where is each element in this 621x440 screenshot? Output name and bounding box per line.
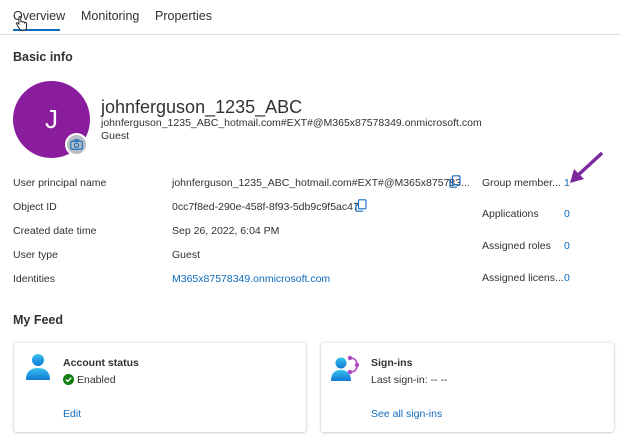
object-id-value: 0cc7f8ed-290e-458f-8f93-5db9c9f5ac47 bbox=[172, 201, 359, 213]
assigned-licenses-count[interactable]: 0 bbox=[564, 272, 570, 284]
avatar-initial: J bbox=[45, 104, 58, 134]
tabs-divider bbox=[0, 34, 621, 35]
assigned-roles-count[interactable]: 0 bbox=[564, 240, 570, 252]
copy-object-id-icon[interactable] bbox=[355, 199, 367, 212]
annotation-arrow-icon bbox=[570, 152, 603, 183]
see-all-sign-ins-link[interactable]: See all sign-ins bbox=[371, 408, 442, 420]
basic-info-heading: Basic info bbox=[13, 50, 73, 64]
sign-ins-title: Sign-ins bbox=[371, 357, 413, 369]
hand-cursor-icon bbox=[15, 16, 27, 31]
change-photo-button[interactable] bbox=[65, 133, 88, 156]
tab-properties[interactable]: Properties bbox=[155, 9, 212, 23]
created-date-value: Sep 26, 2022, 6:04 PM bbox=[172, 225, 280, 237]
upn-label: User principal name bbox=[13, 177, 107, 189]
last-sign-in-text: Last sign-in: -- -- bbox=[371, 374, 448, 386]
assigned-licenses-label: Assigned licens... bbox=[482, 272, 564, 284]
assigned-roles-label: Assigned roles bbox=[482, 240, 551, 252]
user-type-value: Guest bbox=[172, 249, 201, 261]
account-status-value: Enabled bbox=[77, 374, 116, 386]
applications-label: Applications bbox=[482, 208, 539, 220]
user-type-label: User type bbox=[13, 249, 58, 261]
group-memberships-label: Group member... bbox=[482, 177, 561, 189]
tab-monitoring[interactable]: Monitoring bbox=[81, 9, 139, 23]
camera-icon bbox=[70, 139, 83, 150]
identities-label: Identities bbox=[13, 273, 56, 285]
identities-link[interactable]: M365x87578349.onmicrosoft.com bbox=[172, 273, 330, 285]
user-icon bbox=[26, 354, 50, 380]
account-status-title: Account status bbox=[63, 357, 139, 369]
object-id-label: Object ID bbox=[13, 201, 57, 213]
sign-ins-card: Sign-ins Last sign-in: -- -- See all sig… bbox=[321, 343, 614, 432]
user-principal-subtitle: johnferguson_1235_ABC_hotmail.com#EXT#@M… bbox=[101, 117, 482, 129]
copy-upn-icon[interactable] bbox=[449, 175, 461, 188]
user-type-subtitle: Guest bbox=[101, 130, 130, 142]
my-feed-heading: My Feed bbox=[13, 313, 64, 327]
edit-account-status-link[interactable]: Edit bbox=[63, 408, 81, 420]
user-display-name: johnferguson_1235_ABC bbox=[101, 97, 303, 117]
account-status-card: Account status Enabled Edit bbox=[14, 343, 306, 432]
check-circle-icon bbox=[63, 374, 74, 385]
sign-ins-icon bbox=[331, 355, 360, 381]
upn-value: johnferguson_1235_ABC_hotmail.com#EXT#@M… bbox=[172, 177, 470, 189]
applications-count[interactable]: 0 bbox=[564, 208, 570, 220]
created-date-label: Created date time bbox=[13, 225, 97, 237]
